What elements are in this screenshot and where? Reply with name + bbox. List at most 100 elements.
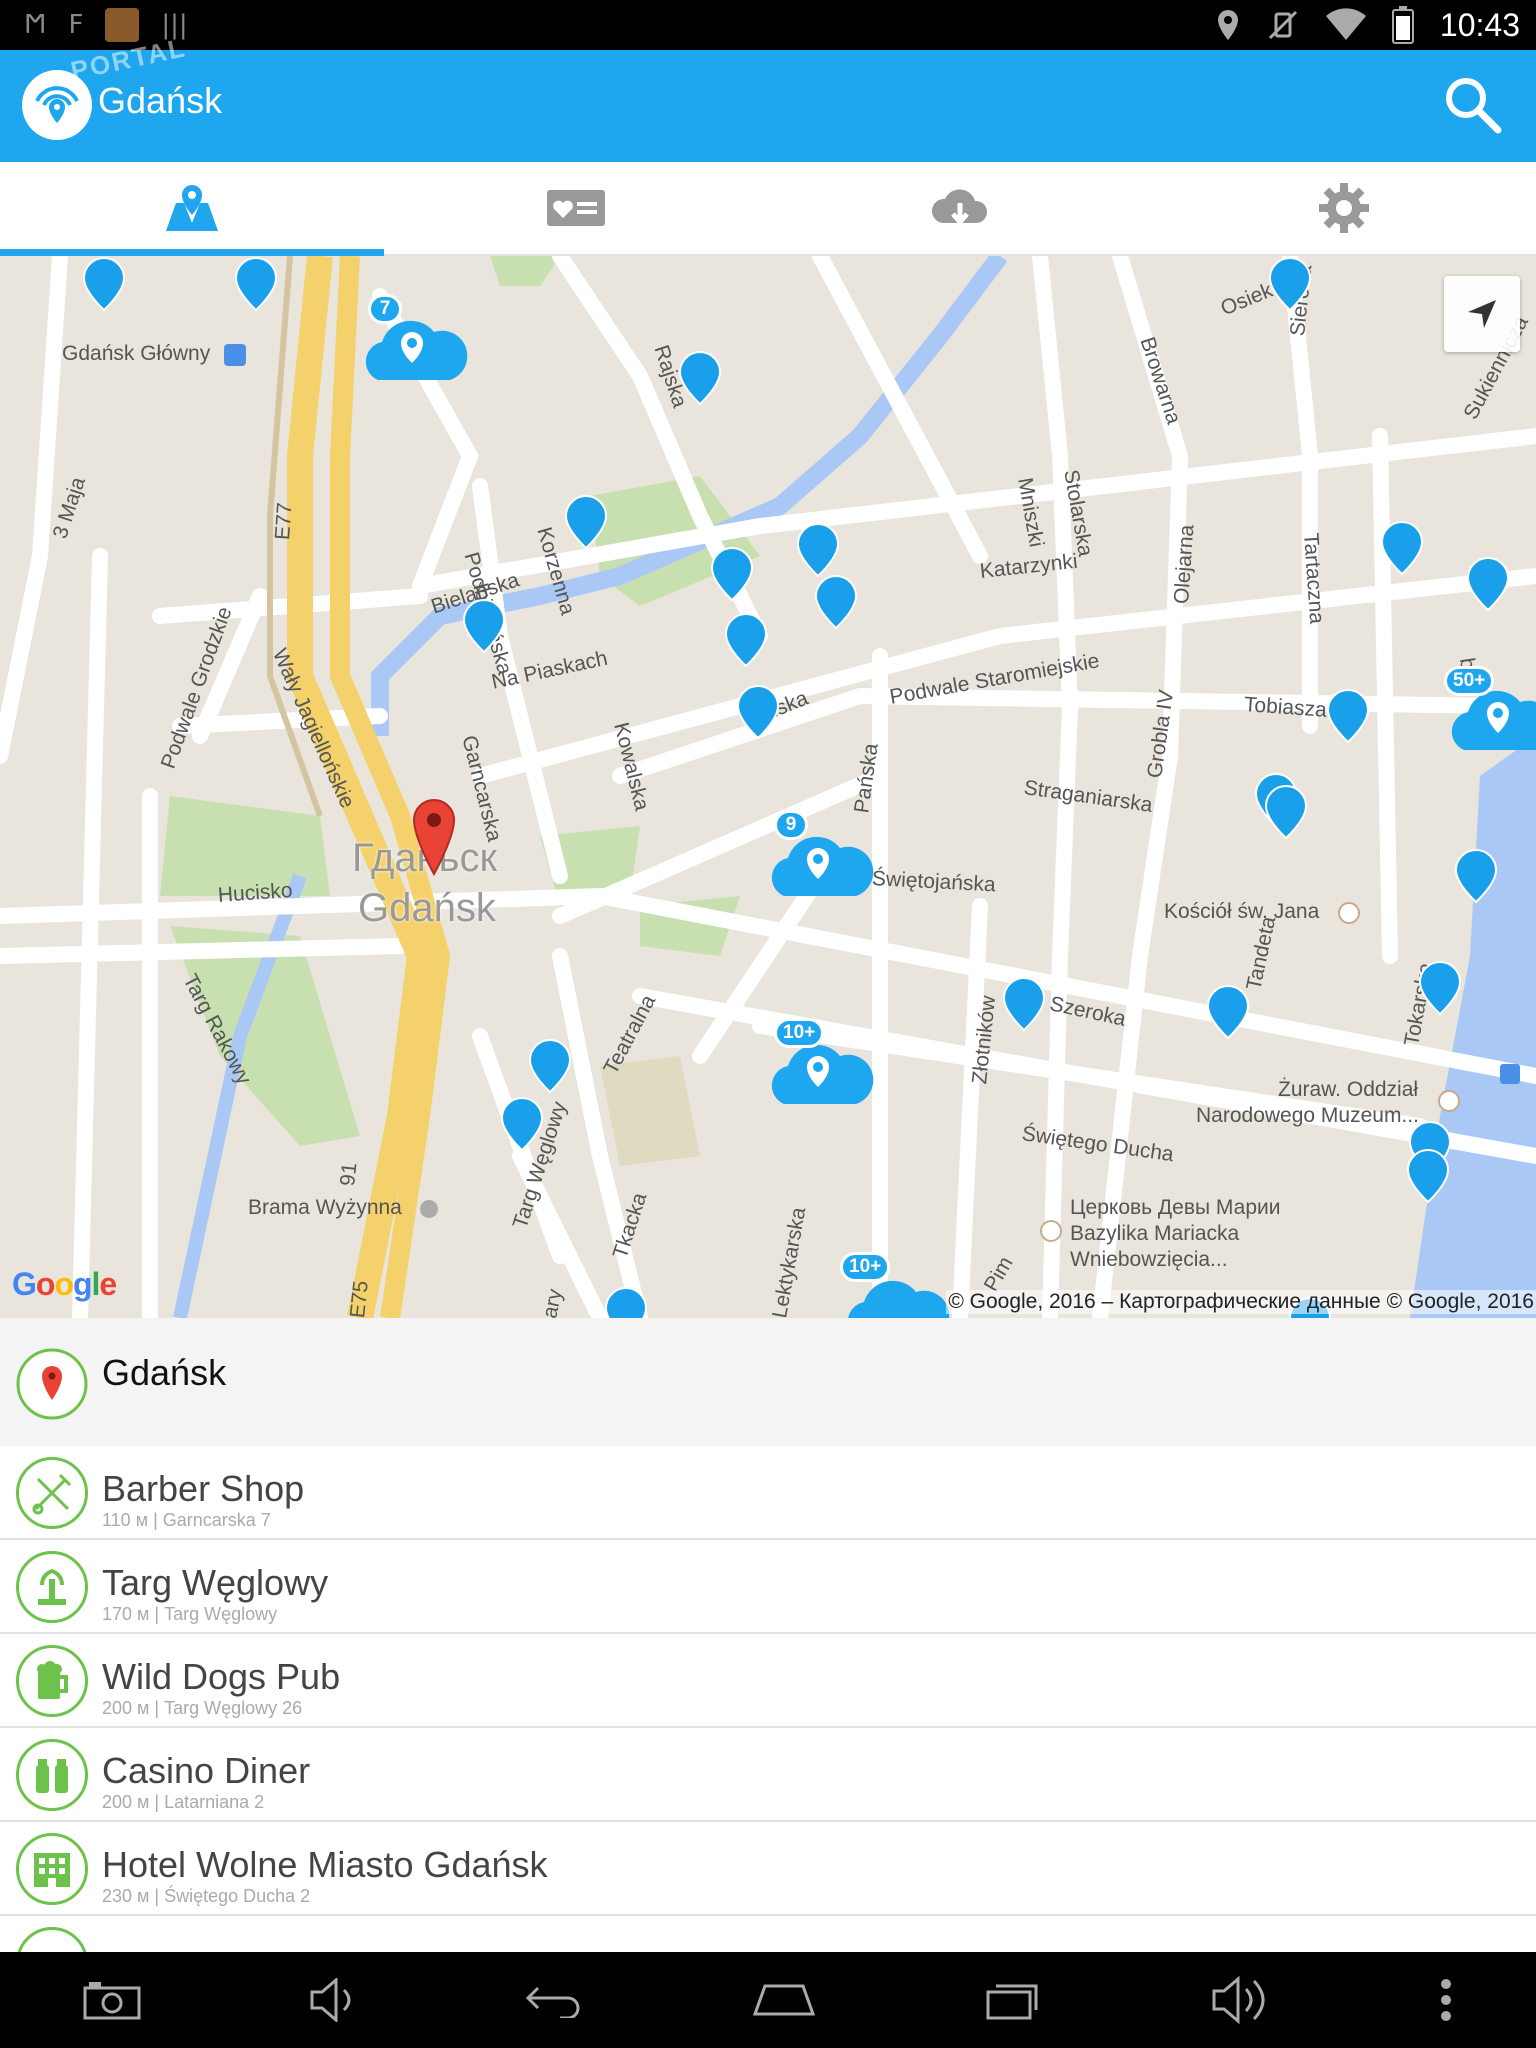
wifi-spot-pin[interactable] bbox=[710, 546, 754, 602]
wifi-spot-pin[interactable] bbox=[82, 256, 126, 312]
place-name: Barber Shop bbox=[102, 1468, 305, 1509]
salt-pepper-icon bbox=[16, 1739, 88, 1811]
tab-bar bbox=[0, 162, 1536, 256]
volume-up-icon[interactable] bbox=[1210, 1975, 1272, 2025]
wifi-spot-pin[interactable] bbox=[1002, 976, 1046, 1032]
poi-label: Wniebowzięcia... bbox=[1070, 1248, 1228, 1271]
barber-scissors-comb-icon bbox=[16, 1457, 88, 1529]
beer-mug-icon bbox=[16, 1645, 88, 1717]
wifi-spot-pin[interactable] bbox=[500, 1096, 544, 1152]
cluster-count-badge: 7 bbox=[368, 294, 402, 324]
wifi-spot-pin[interactable] bbox=[1466, 556, 1510, 612]
my-location-button[interactable] bbox=[1444, 276, 1520, 352]
favorites-card-icon bbox=[547, 190, 605, 226]
street-label: 91 bbox=[336, 1161, 362, 1188]
cluster-count-badge: 50+ bbox=[1444, 666, 1495, 696]
current-location-title: Gdańsk bbox=[102, 1352, 227, 1393]
wifi-spot-pin[interactable] bbox=[814, 574, 858, 630]
places-list: Gdańsk Barber Shop 110 м | Garncarska 7 … bbox=[0, 1318, 1536, 1952]
wifi-spot-pin[interactable] bbox=[1264, 784, 1308, 840]
wifi-spot-pin[interactable] bbox=[528, 1038, 572, 1094]
list-item[interactable]: Hotel Wolne Miasto Gdańsk 230 м | Święte… bbox=[0, 1822, 1536, 1916]
search-icon[interactable] bbox=[1440, 72, 1506, 138]
home-icon[interactable] bbox=[751, 1982, 817, 2018]
pin-cluster[interactable]: 7 bbox=[358, 294, 470, 386]
red-location-pin-icon bbox=[16, 1348, 88, 1420]
tab-map[interactable] bbox=[0, 162, 384, 256]
status-bar: Ϻ F ||| 10:43 bbox=[0, 0, 1536, 50]
wifi-icon bbox=[1325, 8, 1366, 40]
place-category-icon bbox=[16, 1927, 88, 1952]
tab-download[interactable] bbox=[768, 162, 1152, 254]
wifi-spot-pin[interactable] bbox=[1406, 1148, 1450, 1204]
tab-settings[interactable] bbox=[1152, 162, 1536, 254]
wifi-spot-pin[interactable] bbox=[234, 256, 278, 312]
pin-cluster[interactable]: 10+ bbox=[764, 1018, 876, 1110]
wifi-spot-pin[interactable] bbox=[1268, 256, 1312, 312]
pin-cluster[interactable]: 9 bbox=[764, 810, 876, 902]
google-logo: Google bbox=[12, 1266, 117, 1302]
landmark-icon bbox=[420, 1200, 438, 1218]
wifi-spot-pin[interactable] bbox=[1418, 960, 1462, 1016]
wifi-spot-pin[interactable] bbox=[796, 522, 840, 578]
church-icon bbox=[1338, 902, 1360, 924]
wifi-spot-pin[interactable] bbox=[724, 612, 768, 668]
wifi-spot-pin[interactable] bbox=[1326, 688, 1370, 744]
place-meta: 230 м | Świętego Ducha 2 bbox=[102, 1886, 311, 1906]
place-meta: 200 м | Targ Węglowy 26 bbox=[102, 1698, 303, 1718]
tab-favorites[interactable] bbox=[384, 162, 768, 254]
map-icon bbox=[166, 185, 218, 231]
poi-label: Церковь Девы Марии bbox=[1070, 1196, 1281, 1219]
museum-icon bbox=[1438, 1090, 1460, 1112]
current-location-row[interactable]: Gdańsk bbox=[0, 1318, 1536, 1446]
place-meta: 110 м | Garncarska 7 bbox=[102, 1510, 271, 1530]
city-label-pl: Gdańsk bbox=[358, 886, 496, 930]
train-station-icon bbox=[224, 344, 246, 366]
list-item[interactable]: Barber Shop 110 м | Garncarska 7 bbox=[0, 1446, 1536, 1540]
place-meta: 200 м | Latarniana 2 bbox=[102, 1792, 265, 1812]
pin-cluster[interactable]: 10+ bbox=[840, 1252, 952, 1318]
more-icon[interactable] bbox=[1439, 1978, 1453, 2022]
wifi-spot-pin[interactable] bbox=[564, 494, 608, 550]
fountain-icon bbox=[16, 1551, 88, 1623]
app-title: Gdańsk bbox=[98, 80, 223, 121]
list-item[interactable]: Casino Diner 200 м | Latarniana 2 bbox=[0, 1728, 1536, 1822]
battery-icon bbox=[1391, 6, 1414, 44]
current-location-pin[interactable] bbox=[410, 798, 458, 876]
status-time: 10:43 bbox=[1439, 6, 1520, 43]
settings-gear-icon bbox=[1319, 183, 1369, 233]
cluster-count-badge: 10+ bbox=[840, 1252, 891, 1282]
list-item[interactable]: Targ Węglowy 170 м | Targ Węglowy bbox=[0, 1540, 1536, 1634]
basilica-icon bbox=[1040, 1220, 1062, 1242]
vibrate-icon bbox=[1268, 10, 1297, 40]
list-item-partial[interactable] bbox=[0, 1916, 1536, 1952]
poi-label: Narodowego Muzeum... bbox=[1196, 1104, 1419, 1127]
wifi-spot-pin[interactable] bbox=[604, 1286, 648, 1318]
volume-down-icon[interactable] bbox=[308, 1978, 358, 2022]
place-name: Hotel Wolne Miasto Gdańsk bbox=[102, 1844, 548, 1885]
wifi-spot-pin[interactable] bbox=[462, 598, 506, 654]
wifi-spot-pin[interactable] bbox=[678, 350, 722, 406]
place-meta: 170 м | Targ Węglowy bbox=[102, 1604, 278, 1624]
poi-label: Bazylika Mariacka bbox=[1070, 1222, 1240, 1245]
street-label: E75 bbox=[346, 1279, 373, 1318]
wifi-spot-pin[interactable] bbox=[736, 684, 780, 740]
wifi-spot-pin[interactable] bbox=[1380, 520, 1424, 576]
recents-icon[interactable] bbox=[984, 1980, 1044, 2020]
street-label: Gdańsk Główny bbox=[62, 342, 211, 365]
place-name: Targ Węglowy bbox=[102, 1562, 329, 1603]
cluster-count-badge: 9 bbox=[774, 810, 808, 840]
app-bar: PORTAL Gdańsk bbox=[0, 32, 1536, 162]
map-view[interactable]: Gdańsk Główny 3 Maja Podbielańska Korzen… bbox=[0, 256, 1536, 1318]
camera-icon[interactable] bbox=[83, 1980, 141, 2020]
map-attribution[interactable]: © Google, 2016 – Картографические данные… bbox=[946, 1290, 1536, 1314]
cloud-download-icon bbox=[931, 189, 988, 226]
street-label: E77 bbox=[271, 501, 297, 541]
back-icon[interactable] bbox=[524, 1982, 584, 2018]
wifi-spot-pin[interactable] bbox=[1454, 848, 1498, 904]
cluster-count-badge: 10+ bbox=[774, 1018, 825, 1048]
pin-cluster[interactable]: 50+ bbox=[1444, 666, 1536, 756]
list-item[interactable]: Wild Dogs Pub 200 м | Targ Węglowy 26 bbox=[0, 1634, 1536, 1728]
navigation-arrow-icon bbox=[1468, 300, 1496, 328]
wifi-spot-pin[interactable] bbox=[1206, 984, 1250, 1040]
